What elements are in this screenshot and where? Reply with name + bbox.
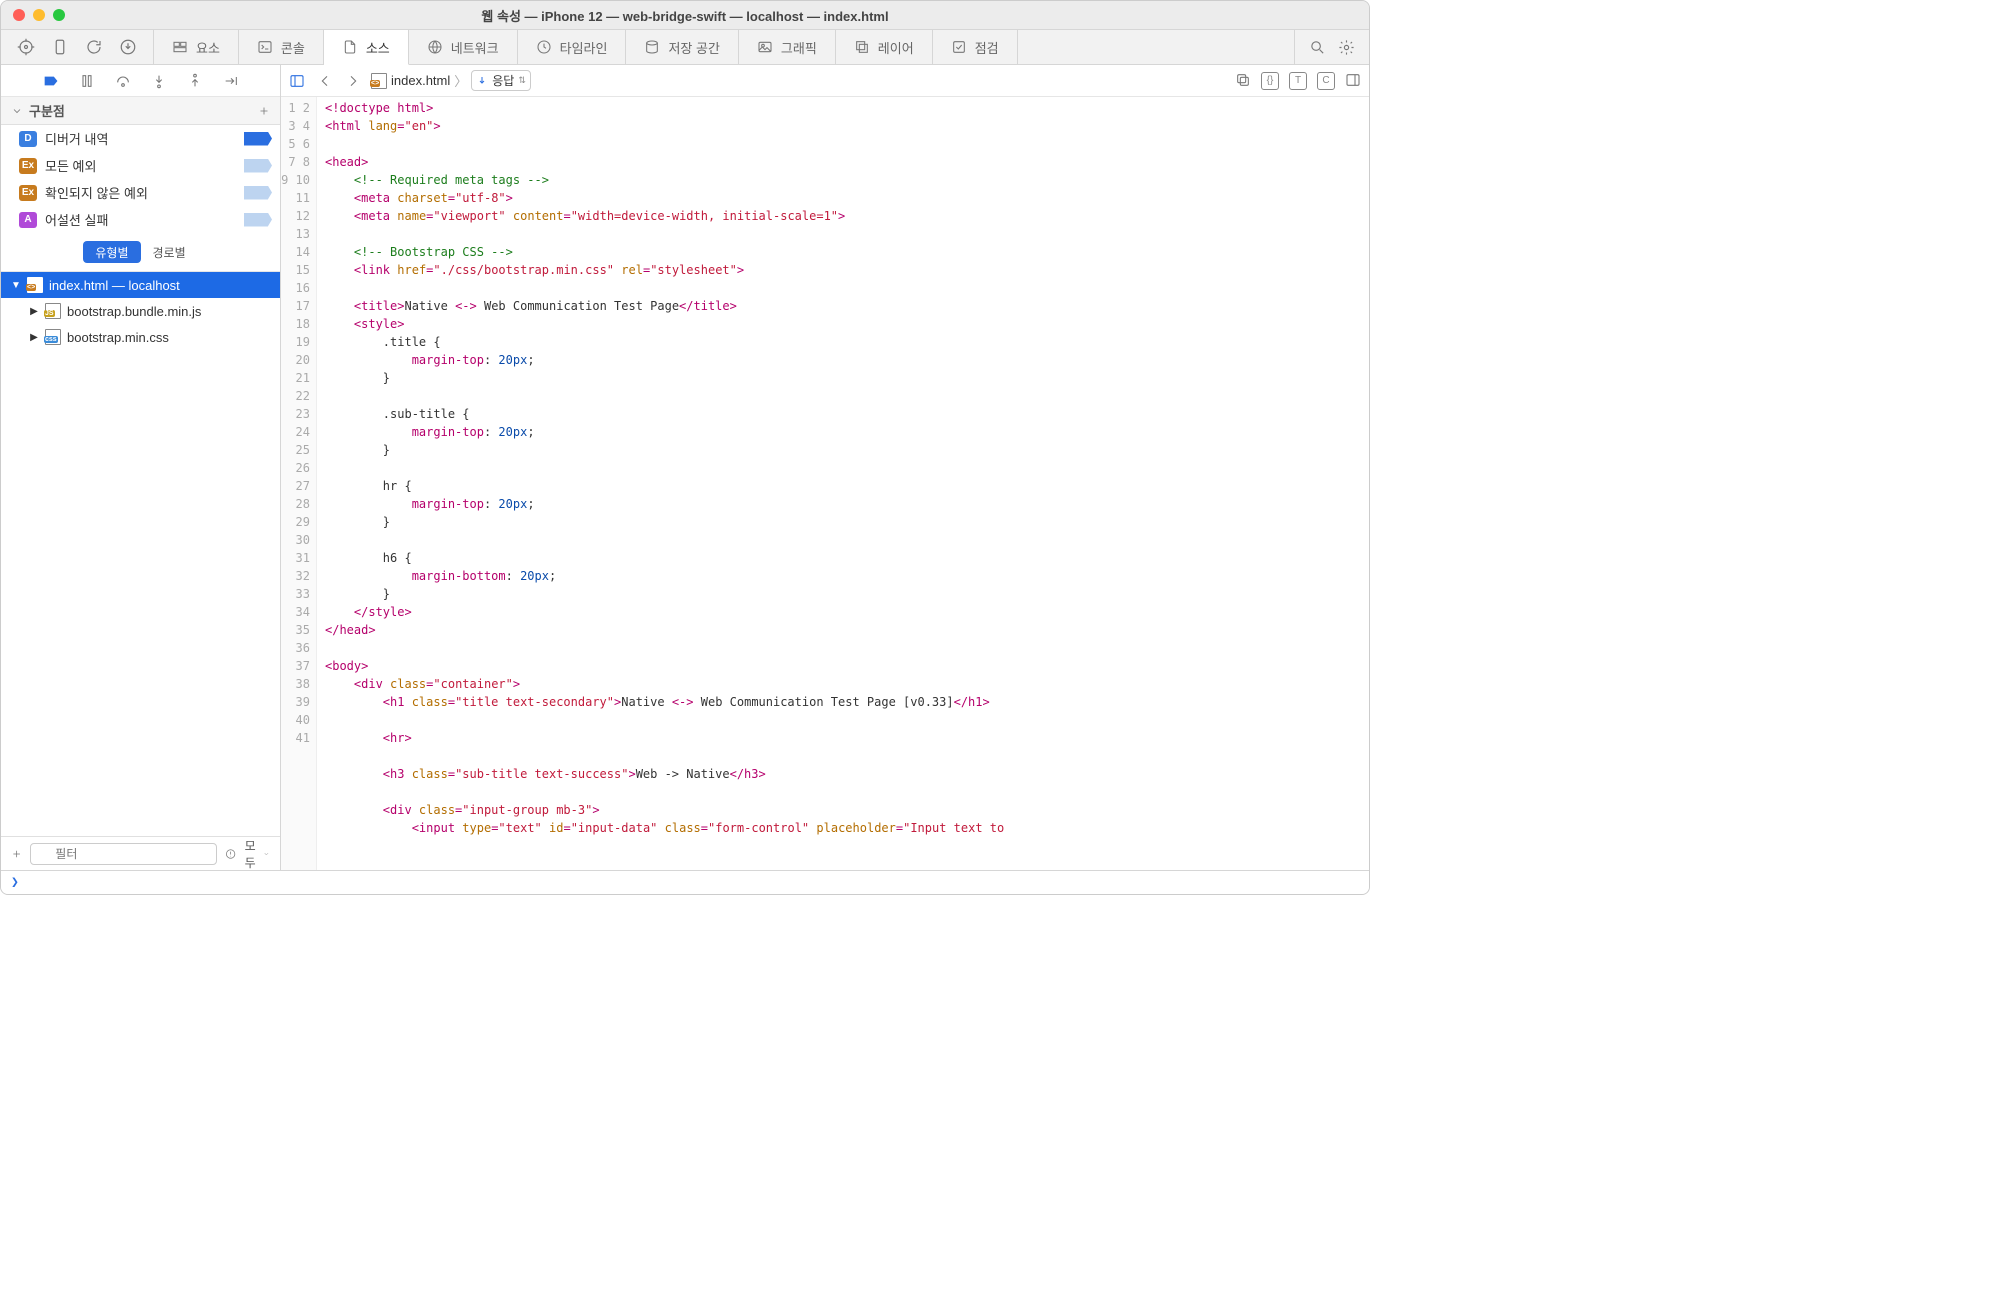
settings-icon[interactable] (1338, 39, 1355, 56)
main-tabbar: 요소콘솔소스네트워크타임라인저장 공간그래픽레이어점검 (1, 29, 1369, 65)
response-dropdown[interactable]: 응답 ⇅ (471, 70, 531, 91)
breadcrumb-bar: index.html 〉 응답 ⇅ {} T C (281, 65, 1369, 97)
issues-icon[interactable] (225, 846, 236, 862)
tab-저장 공간[interactable]: 저장 공간 (626, 30, 738, 64)
chevron-icon: ▼ (11, 280, 21, 291)
tabbar-right-tools (1294, 30, 1369, 64)
breakpoint-toggle-icon[interactable] (43, 73, 59, 89)
filter-input[interactable] (30, 843, 217, 865)
pause-icon[interactable] (79, 73, 95, 89)
tab-요소[interactable]: 요소 (154, 30, 239, 64)
editor-tools: {} T C (1235, 72, 1361, 90)
download-icon[interactable] (119, 38, 137, 56)
step-into-icon[interactable] (151, 73, 167, 89)
breakpoint-tag-icon[interactable] (244, 132, 272, 146)
chevron-icon: ▶ (29, 332, 39, 343)
chevron-icon: ▶ (29, 306, 39, 317)
titlebar: 웹 속성 — iPhone 12 — web-bridge-swift — lo… (1, 1, 1369, 29)
breakpoint-tag-icon[interactable] (244, 186, 272, 200)
breakpoints-section-header[interactable]: 구분점 (1, 97, 280, 125)
step-icon[interactable] (223, 73, 239, 89)
inspector-window: 웹 속성 — iPhone 12 — web-bridge-swift — lo… (0, 0, 1370, 895)
tree-row-js[interactable]: ▶ bootstrap.bundle.min.js (1, 298, 280, 324)
tree-row-html[interactable]: ▼ index.html — localhost (1, 272, 280, 298)
step-out-icon[interactable] (187, 73, 203, 89)
console-prompt-bar[interactable]: ❯ (1, 870, 1369, 894)
step-over-icon[interactable] (115, 73, 131, 89)
tab-그래픽[interactable]: 그래픽 (739, 30, 836, 64)
seg-by-type[interactable]: 유형별 (83, 241, 140, 263)
breadcrumb[interactable]: index.html 〉 응답 ⇅ (371, 70, 531, 91)
breakpoint-label: 어설션 실패 (45, 210, 236, 229)
reload-icon[interactable] (85, 38, 103, 56)
file-tree: ▼ index.html — localhost ▶ bootstrap.bundle… (1, 272, 280, 836)
sidebar: 구분점 D 디버거 내역 Ex 모든 예외 Ex 확인되지 않은 예외 A 어설션 실패 유형… (1, 65, 281, 870)
response-label: 응답 (492, 72, 514, 89)
nav-back-icon[interactable] (317, 73, 333, 89)
main-pane: index.html 〉 응답 ⇅ {} T C (281, 65, 1369, 870)
tab-타임라인[interactable]: 타임라인 (518, 30, 627, 64)
console-prompt-icon: ❯ (11, 875, 19, 890)
tab-콘솔[interactable]: 콘솔 (239, 30, 324, 64)
device-icon[interactable] (51, 38, 69, 56)
copy-icon[interactable] (1235, 72, 1251, 88)
breakpoint-badge-icon: A (19, 212, 37, 228)
scope-label: 모두 (245, 837, 260, 871)
debugger-toolbar (1, 65, 280, 97)
toggle-sidebar-icon[interactable] (289, 73, 305, 89)
tab-점검[interactable]: 점검 (933, 30, 1018, 64)
line-gutter: 1 2 3 4 5 6 7 8 9 10 11 12 13 14 15 16 1… (281, 97, 317, 870)
seg-by-path[interactable]: 경로별 (141, 241, 198, 263)
tree-row-css[interactable]: ▶ bootstrap.min.css (1, 324, 280, 350)
file-name: bootstrap.min.css (67, 330, 169, 345)
breakpoints-title: 구분점 (29, 101, 65, 120)
content-area: 구분점 D 디버거 내역 Ex 모든 예외 Ex 확인되지 않은 예외 A 어설션 실패 유형… (1, 65, 1369, 870)
scope-dropdown[interactable]: 모두 (245, 837, 270, 871)
search-icon[interactable] (1309, 39, 1326, 56)
add-breakpoint-icon[interactable] (258, 105, 270, 117)
breakpoint-row[interactable]: Ex 확인되지 않은 예외 (1, 179, 280, 206)
breakpoint-row[interactable]: D 디버거 내역 (1, 125, 280, 152)
chevron-down-icon (11, 105, 23, 117)
breakpoint-label: 확인되지 않은 예외 (45, 183, 236, 202)
breakpoint-tag-icon[interactable] (244, 159, 272, 173)
file-icon (371, 73, 387, 89)
file-icon (45, 303, 61, 319)
type-icon[interactable]: T (1289, 72, 1307, 90)
breakpoint-label: 디버거 내역 (45, 129, 236, 148)
tab-레이어[interactable]: 레이어 (836, 30, 933, 64)
nav-forward-icon[interactable] (345, 73, 361, 89)
code-editor[interactable]: 1 2 3 4 5 6 7 8 9 10 11 12 13 14 15 16 1… (281, 97, 1369, 870)
breakpoint-tag-icon[interactable] (244, 213, 272, 227)
breadcrumb-file: index.html (391, 73, 450, 88)
file-name: bootstrap.bundle.min.js (67, 304, 201, 319)
breakpoint-row[interactable]: Ex 모든 예외 (1, 152, 280, 179)
add-resource-icon[interactable] (11, 846, 22, 862)
file-name: index.html — localhost (49, 278, 180, 293)
breakpoint-badge-icon: Ex (19, 158, 37, 174)
tab-네트워크[interactable]: 네트워크 (409, 30, 518, 64)
breakpoint-row[interactable]: A 어설션 실패 (1, 206, 280, 233)
breakpoint-badge-icon: D (19, 131, 37, 147)
sidebar-footer: 모두 (1, 836, 280, 870)
tabbar-left-tools (1, 30, 154, 64)
inspect-element-icon[interactable] (17, 38, 35, 56)
file-icon (27, 277, 43, 293)
coverage-icon[interactable]: C (1317, 72, 1335, 90)
braces-icon[interactable]: {} (1261, 72, 1279, 90)
file-icon (45, 329, 61, 345)
breadcrumb-separator: 〉 (454, 71, 467, 90)
breakpoint-badge-icon: Ex (19, 185, 37, 201)
code-content: <!doctype html> <html lang="en"> <head> … (317, 97, 1369, 870)
tab-소스[interactable]: 소스 (324, 30, 409, 65)
breakpoint-label: 모든 예외 (45, 156, 236, 175)
segmented-control: 유형별 경로별 (1, 233, 280, 272)
toggle-details-icon[interactable] (1345, 72, 1361, 88)
window-title: 웹 속성 — iPhone 12 — web-bridge-swift — lo… (1, 6, 1369, 25)
breakpoints-list: D 디버거 내역 Ex 모든 예외 Ex 확인되지 않은 예외 A 어설션 실패 (1, 125, 280, 233)
